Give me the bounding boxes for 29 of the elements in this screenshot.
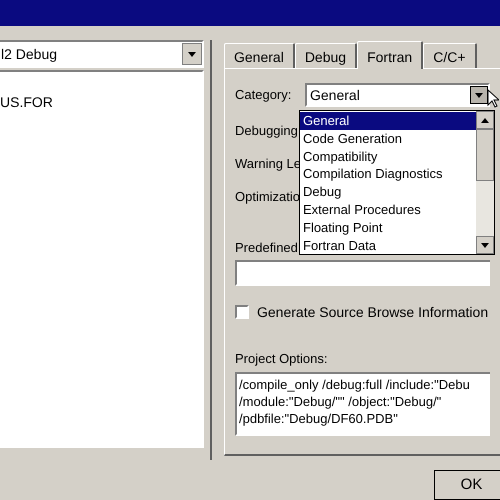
checkbox-label: Generate Source Browse Information	[257, 302, 488, 322]
tab[interactable]: C/C+	[423, 43, 476, 68]
category-label: Category:	[235, 86, 292, 104]
category-option[interactable]: External Procedures	[300, 200, 476, 219]
tree-item[interactable]: US.FOR	[0, 92, 53, 113]
scroll-up-icon	[481, 118, 489, 122]
category-option[interactable]: Compatibility	[300, 148, 476, 166]
mouse-pointer-icon	[487, 89, 499, 108]
project-options-text[interactable]: /compile_only /debug:full /include:"Debu /module:"Debug/"" /object:"Debug/" /pdbfile:"Debug/DF60.PDB"	[235, 372, 490, 436]
category-option[interactable]: Compilation Diagnostics	[300, 165, 476, 184]
configuration-dropdown[interactable]: l2 Debug	[0, 40, 204, 68]
field-label: Optimizatio	[235, 188, 300, 206]
tab[interactable]: Fortran	[357, 41, 424, 69]
field-label: Debugging	[235, 122, 298, 140]
category-option[interactable]: Floating Point	[300, 218, 476, 237]
project-options-label: Project Options:	[235, 350, 328, 368]
preprocessor-field[interactable]	[235, 260, 490, 286]
category-dropdown[interactable]: General	[305, 83, 490, 107]
ok-button[interactable]: OK	[434, 470, 500, 500]
tab[interactable]: Debug	[294, 43, 358, 68]
category-option[interactable]: Debug	[300, 183, 476, 201]
preprocessor-label: Predefined	[235, 239, 298, 257]
tab[interactable]: General	[224, 43, 295, 68]
category-option[interactable]: Fortran Data	[300, 236, 476, 254]
checkbox[interactable]	[235, 305, 249, 319]
category-option[interactable]: General	[300, 112, 476, 130]
scrollbar[interactable]	[476, 111, 494, 254]
scroll-down-icon	[481, 242, 489, 248]
category-option[interactable]: Code Generation	[300, 130, 476, 148]
